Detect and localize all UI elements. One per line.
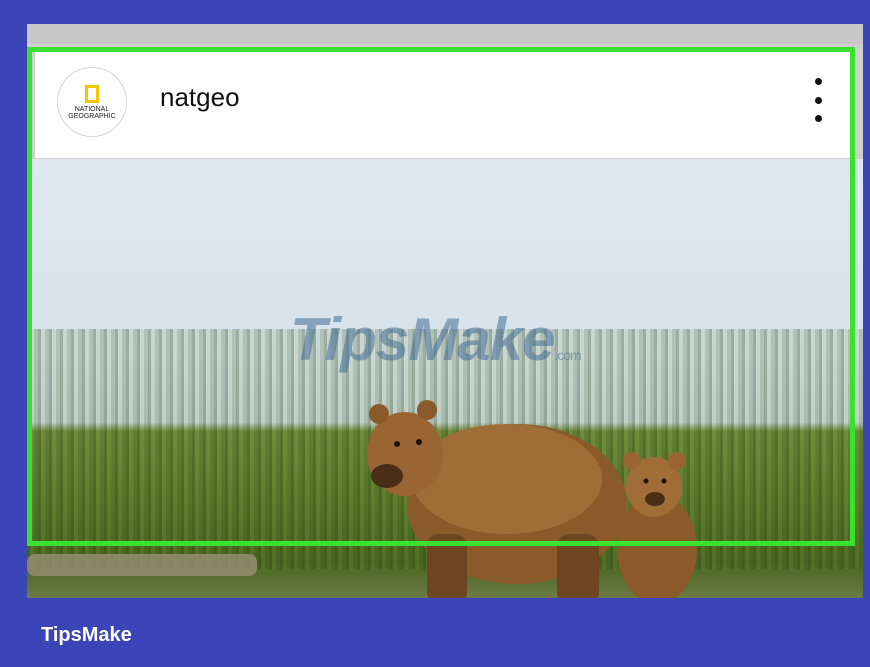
status-strip: [27, 24, 863, 44]
more-options-icon[interactable]: [813, 78, 823, 122]
post-photo[interactable]: [27, 159, 863, 598]
avatar-text: NATIONAL GEOGRAPHIC: [68, 105, 116, 120]
dirt-path: [27, 554, 257, 576]
natgeo-avatar[interactable]: NATIONAL GEOGRAPHIC: [57, 67, 127, 137]
brown-bear-image: [367, 400, 627, 598]
footer-brand: TipsMake: [41, 624, 132, 646]
tipsmake-watermark: TipsMake.com: [290, 305, 582, 374]
post-username[interactable]: natgeo: [160, 82, 240, 113]
watermark-suffix: .com: [554, 347, 581, 363]
watermark-main: TipsMake: [290, 306, 555, 373]
bear-cub-image: [617, 452, 697, 598]
post-header: NATIONAL GEOGRAPHIC natgeo: [35, 52, 853, 158]
natgeo-logo-icon: [85, 84, 99, 103]
